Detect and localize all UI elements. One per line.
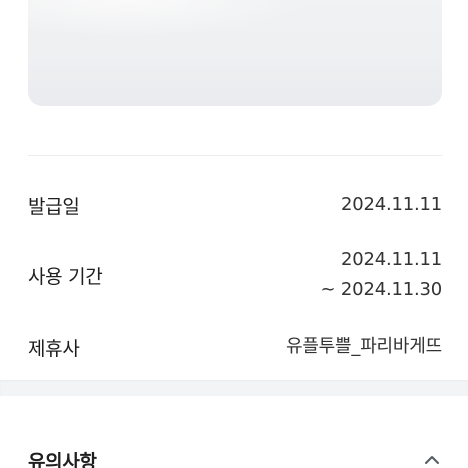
coupon-detail-page: 발급일 2024.11.11 사용 기간 2024.11.11 ~ 2024.1… — [0, 0, 468, 468]
usage-period-end: ~ 2024.11.30 — [320, 279, 443, 300]
divider — [28, 155, 442, 156]
notice-title: 유의사항 — [28, 450, 97, 468]
usage-period-start: 2024.11.11 — [340, 249, 442, 270]
usage-period-label: 사용 기간 — [28, 265, 103, 288]
partner-value: 유플투쁠_파리바게뜨 — [285, 336, 442, 357]
issue-date-label: 발급일 — [28, 195, 80, 218]
image-highlight — [28, 0, 308, 36]
issue-date-value: 2024.11.11 — [340, 194, 442, 215]
usage-period-value: 2024.11.11 ~ 2024.11.30 — [320, 245, 443, 305]
partner-row: 제휴사 유플투쁠_파리바게뜨 — [28, 332, 442, 362]
coupon-image — [28, 0, 442, 106]
partner-label: 제휴사 — [28, 337, 80, 360]
section-separator — [0, 380, 468, 396]
usage-period-row: 사용 기간 2024.11.11 ~ 2024.11.30 — [28, 244, 442, 306]
chevron-up-icon[interactable] — [422, 450, 442, 468]
notice-toggle[interactable]: 유의사항 — [28, 440, 442, 468]
issue-date-row: 발급일 2024.11.11 — [28, 190, 442, 220]
